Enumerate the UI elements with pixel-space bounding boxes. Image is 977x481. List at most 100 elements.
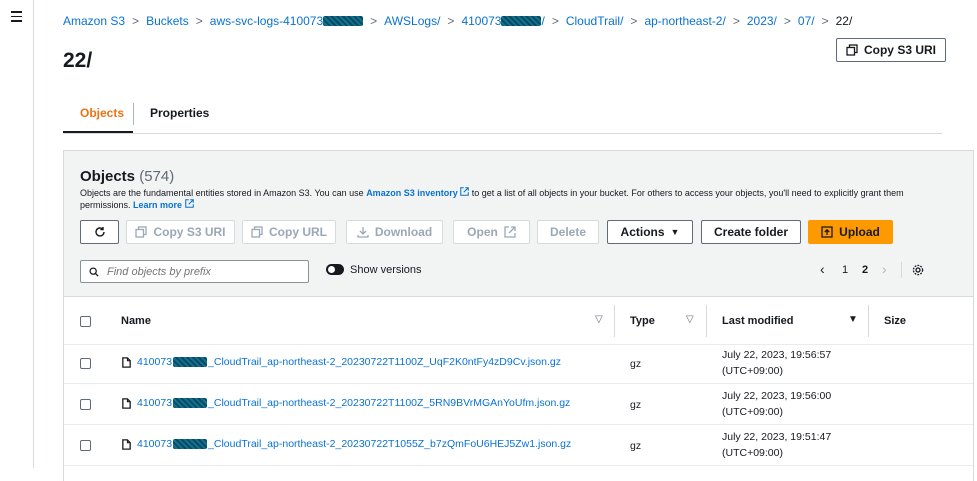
show-versions-label: Show versions: [350, 264, 422, 276]
table-row[interactable]: 410073 _CloudTrail_ap-northeast-2_2023072…: [64, 425, 973, 466]
delete-button[interactable]: Delete: [537, 220, 599, 244]
sort-icon[interactable]: ▽: [686, 314, 694, 325]
sort-icon[interactable]: ▽: [595, 314, 603, 325]
s3-inventory-link[interactable]: Amazon S3 inventory: [366, 188, 458, 198]
chevron-right-icon: >: [551, 14, 559, 28]
upload-button[interactable]: Upload: [808, 220, 893, 244]
object-last-modified: July 22, 2023, 19:56:57 (UTC+09:00): [722, 349, 832, 377]
copy-s3-uri-button[interactable]: Copy S3 URI: [836, 38, 946, 62]
column-divider[interactable]: [868, 305, 869, 337]
menu-icon[interactable]: [11, 11, 22, 25]
active-tab-indicator: [63, 131, 133, 133]
copy-icon: [135, 226, 148, 238]
breadcrumb-current: 22/: [835, 14, 853, 28]
download-button[interactable]: Download: [346, 220, 443, 244]
object-name-link[interactable]: 410073 _CloudTrail_ap-northeast-2_2023072…: [121, 438, 571, 450]
tab-objects[interactable]: Objects: [80, 106, 124, 120]
select-all-checkbox[interactable]: [80, 316, 91, 327]
breadcrumb-month[interactable]: 07/: [798, 14, 815, 28]
caret-down-icon: ▼: [670, 227, 680, 237]
object-last-modified: July 22, 2023, 19:51:47 (UTC+09:00): [722, 431, 832, 459]
show-versions-toggle[interactable]: [326, 264, 344, 275]
object-type: gz: [630, 399, 642, 411]
learn-more-link[interactable]: Learn more: [133, 200, 182, 210]
column-header-size[interactable]: Size: [884, 315, 906, 327]
prev-page-icon[interactable]: ‹: [820, 261, 825, 277]
breadcrumb-account[interactable]: 410073/: [461, 14, 544, 28]
column-header-name[interactable]: Name: [121, 315, 151, 327]
table-row[interactable]: 410073 _CloudTrail_ap-northeast-2_2023072…: [64, 343, 973, 384]
redaction-mark: [173, 398, 208, 408]
row-checkbox[interactable]: [80, 358, 91, 369]
file-icon: [122, 397, 131, 409]
table-header: Name ▽ Type ▽ Last modified ▼ Size: [64, 296, 973, 345]
search-input[interactable]: [105, 264, 299, 279]
object-name-link[interactable]: 410073 _CloudTrail_ap-northeast-2_2023072…: [121, 356, 561, 368]
object-type: gz: [630, 358, 642, 370]
pager-divider: [901, 262, 902, 278]
chevron-right-icon: >: [732, 14, 740, 28]
copy-s3-uri-toolbar-button[interactable]: Copy S3 URI: [126, 220, 235, 244]
objects-heading: Objects (574): [80, 168, 175, 185]
chevron-right-icon: >: [783, 14, 791, 28]
row-checkbox[interactable]: [80, 440, 91, 451]
external-link-icon: [460, 187, 470, 196]
copy-icon: [251, 226, 263, 238]
chevron-right-icon: >: [132, 14, 140, 28]
breadcrumb-region[interactable]: ap-northeast-2/: [644, 14, 725, 28]
column-divider[interactable]: [706, 305, 707, 337]
toggle-knob: [328, 266, 335, 273]
column-header-type[interactable]: Type: [630, 315, 655, 327]
column-divider[interactable]: [614, 305, 615, 337]
objects-description: Objects are the fundamental entities sto…: [80, 187, 904, 210]
chevron-right-icon: >: [370, 14, 378, 28]
search-box: [80, 260, 309, 283]
breadcrumb-bucket[interactable]: aws-svc-logs-410073: [210, 14, 364, 28]
redaction-mark: [323, 16, 364, 26]
tab-properties[interactable]: Properties: [150, 106, 209, 120]
copy-url-button[interactable]: Copy URL: [242, 220, 336, 244]
open-button[interactable]: Open: [453, 220, 530, 244]
redaction-mark: [501, 16, 542, 26]
actions-dropdown[interactable]: Actions ▼: [607, 220, 693, 244]
breadcrumb: Amazon S3 > Buckets > aws-svc-logs-410073 >…: [63, 14, 852, 28]
file-icon: [122, 356, 131, 368]
breadcrumb-buckets[interactable]: Buckets: [146, 14, 189, 28]
breadcrumb-awslogs[interactable]: AWSLogs/: [384, 14, 440, 28]
refresh-icon: [94, 227, 105, 237]
refresh-button[interactable]: [80, 220, 119, 244]
tab-bar: Objects Properties: [63, 97, 942, 134]
objects-panel-header: Objects (574) Objects are the fundamenta…: [64, 151, 973, 296]
settings-gear-icon[interactable]: [912, 264, 924, 276]
redaction-mark: [173, 357, 208, 367]
tab-divider: [133, 103, 134, 125]
download-icon: [357, 227, 369, 238]
create-folder-button[interactable]: Create folder: [701, 220, 801, 244]
objects-panel: Objects (574) Objects are the fundamenta…: [63, 150, 974, 481]
sort-descending-icon[interactable]: ▼: [848, 314, 858, 325]
object-last-modified: July 22, 2023, 19:56:00 (UTC+09:00): [722, 390, 832, 418]
chevron-right-icon: >: [447, 14, 455, 28]
chevron-right-icon: >: [821, 14, 829, 28]
redaction-mark: [173, 439, 208, 449]
page-2[interactable]: 2: [862, 264, 868, 276]
search-icon: [89, 266, 99, 277]
upload-icon: [821, 226, 833, 238]
breadcrumb-cloudtrail[interactable]: CloudTrail/: [566, 14, 624, 28]
copy-icon: [846, 44, 858, 56]
objects-count: (574): [139, 168, 175, 185]
chevron-right-icon: >: [195, 14, 203, 28]
table-row[interactable]: 410073 _CloudTrail_ap-northeast-2_2023072…: [64, 384, 973, 425]
page-title: 22/: [63, 49, 93, 72]
page-1[interactable]: 1: [842, 264, 848, 276]
left-nav-rail: [0, 0, 34, 468]
next-page-icon[interactable]: ›: [882, 261, 887, 277]
object-type: gz: [630, 440, 642, 452]
breadcrumb-year[interactable]: 2023/: [747, 14, 777, 28]
external-link-icon: [184, 199, 194, 208]
breadcrumb-amazon-s3[interactable]: Amazon S3: [63, 14, 125, 28]
external-link-icon: [504, 226, 516, 238]
row-checkbox[interactable]: [80, 399, 91, 410]
object-name-link[interactable]: 410073 _CloudTrail_ap-northeast-2_2023072…: [121, 397, 570, 409]
column-header-last-modified[interactable]: Last modified: [722, 315, 794, 327]
